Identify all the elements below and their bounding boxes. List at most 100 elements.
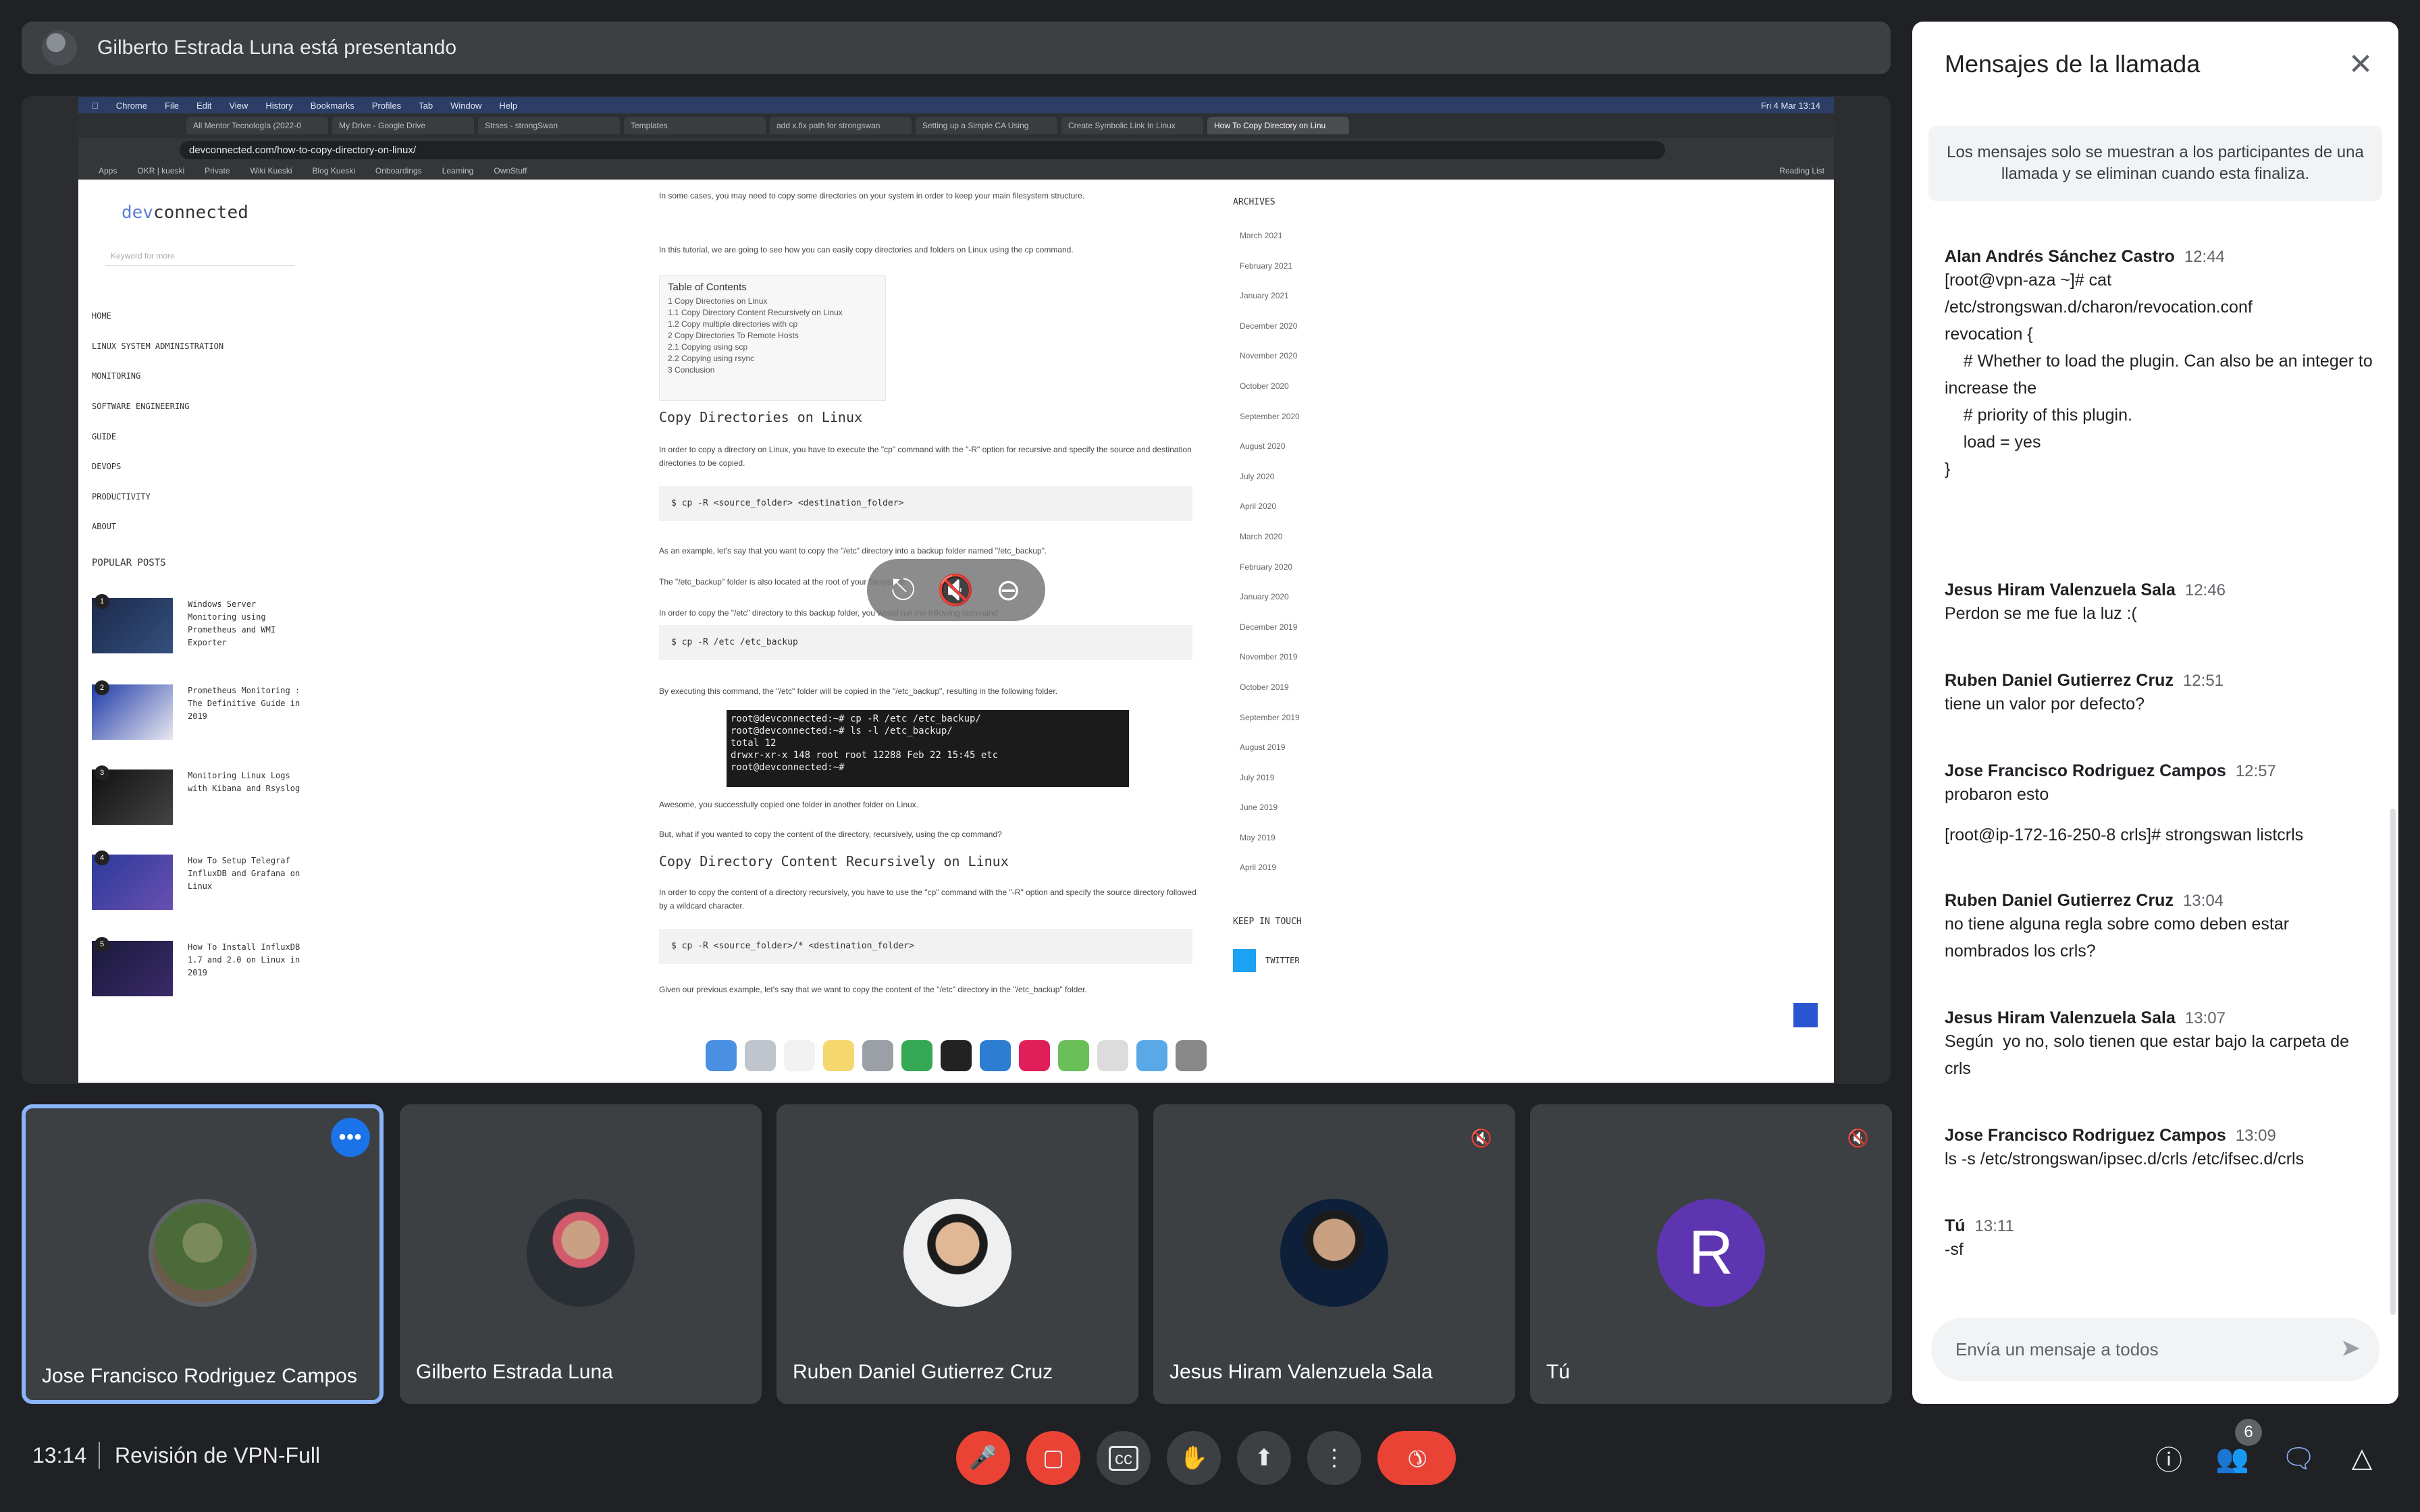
participant-avatar: R <box>1657 1199 1765 1307</box>
apple-icon:  <box>92 101 99 111</box>
bookmark: OwnStuff <box>494 166 527 176</box>
meeting-title: Revisión de VPN-Full <box>115 1443 321 1467</box>
browser-tab: Templates <box>624 117 766 134</box>
raise-hand-button[interactable]: ✋ <box>1167 1431 1221 1485</box>
site-sidebar: devconnected Keyword for more HOME LINUX… <box>78 180 632 1083</box>
participant-tile[interactable]: R 🔇 Tú <box>1530 1104 1892 1404</box>
browser-tab: Setting up a Simple CA Using <box>916 117 1057 134</box>
send-icon[interactable]: ➤ <box>2340 1334 2361 1362</box>
more-options-button[interactable]: ••• <box>331 1118 370 1157</box>
remove-icon[interactable]: ⊖ <box>996 573 1021 608</box>
message-line: no tiene alguna regla sobre como deben e… <box>1945 915 2294 961</box>
bookmark: Wiki Kueski <box>250 166 292 176</box>
terminal-screenshot: root@devconnected:~# cp -R /etc /etc_bac… <box>727 710 1129 787</box>
hang-up-button[interactable]: ✆ <box>1377 1431 1456 1485</box>
chat-scrollbar[interactable] <box>2390 809 2396 1315</box>
participant-tile[interactable]: 🔇 Jesus Hiram Valenzuela Sala <box>1153 1104 1515 1404</box>
mute-icon[interactable]: 🔇 <box>937 572 974 608</box>
site-nav-item: DEVOPS <box>92 462 122 472</box>
table-of-contents: Table of Contents 1 Copy Directories on … <box>659 275 886 401</box>
bookmark: OKR | kueski <box>137 166 185 176</box>
menubar-item: Window <box>444 100 481 111</box>
popular-post: 5 How To Install InfluxDB 1.7 and 2.0 on … <box>92 937 335 1002</box>
camera-off-icon: ▢ <box>1042 1445 1065 1471</box>
participant-avatar <box>1280 1199 1388 1307</box>
message-line: # priority of this plugin. <box>1945 406 2132 425</box>
captions-icon: cc <box>1109 1445 1138 1471</box>
chat-message: Jesus Hiram Valenzuela Sala 13:07 Según y… <box>1945 1008 2377 1082</box>
chat-message: Jose Francisco Rodriguez Campos 13:09 ls … <box>1945 1126 2377 1172</box>
participant-avatar <box>149 1199 257 1307</box>
message-line: probaron esto <box>1945 785 2049 804</box>
meeting-info-button[interactable]: ⓘ <box>2145 1434 2193 1482</box>
bookmark: Blog Kueski <box>312 166 355 176</box>
activities-button[interactable]: △ <box>2338 1434 2386 1482</box>
menubar-item: History <box>259 100 292 111</box>
participant-tile[interactable]: Ruben Daniel Gutierrez Cruz <box>777 1104 1138 1404</box>
chat-message: Ruben Daniel Gutierrez Cruz 13:04 no tien… <box>1945 891 2377 965</box>
message-line: } <box>1945 460 1951 479</box>
message-sender: Jose Francisco Rodriguez Campos <box>1945 761 2226 780</box>
present-icon: ⬆ <box>1254 1445 1274 1471</box>
bookmark: Apps <box>99 166 117 176</box>
browser-url: devconnected.com/how-to-copy-directory-o… <box>180 140 1665 159</box>
menubar-clock: Fri 4 Mar 13:14 <box>1760 100 1820 111</box>
captions-button[interactable]: cc <box>1097 1431 1151 1485</box>
mic-off-icon: 🎤 <box>968 1445 998 1471</box>
menubar-item: Profiles <box>365 100 401 111</box>
message-time: 13:04 <box>2182 892 2224 910</box>
more-options-button[interactable]: ⋮ <box>1307 1431 1361 1485</box>
people-icon: 👥 <box>2215 1443 2249 1474</box>
popular-post: 4 How To Setup Telegraf InfluxDB and Graf… <box>92 850 335 915</box>
bookmark: Onboardings <box>375 166 422 176</box>
participant-tile[interactable]: Gilberto Estrada Luna <box>400 1104 762 1404</box>
chat-title: Mensajes de la llamada <box>1945 50 2201 78</box>
message-time: 12:57 <box>2235 762 2276 780</box>
article-paragraph: As an example, let's say that you want t… <box>659 546 1047 556</box>
menubar-item: Help <box>492 100 517 111</box>
site-nav-item: SOFTWARE ENGINEERING <box>92 402 190 412</box>
bookmark: Learning <box>442 166 474 176</box>
message-line: Según yo no, solo tienen que estar bajo … <box>1945 1032 2354 1078</box>
chat-message-input[interactable] <box>1955 1339 2320 1360</box>
chat-message: Alan Andrés Sánchez Castro 12:44 [root@vp… <box>1945 247 2377 483</box>
participant-avatar <box>903 1199 1011 1307</box>
message-time: 13:09 <box>2235 1127 2276 1145</box>
code-block: $ cp -R /etc /etc_backup <box>659 625 1192 660</box>
browser-address-row: devconnected.com/how-to-copy-directory-o… <box>78 138 1834 162</box>
camera-toggle-button[interactable]: ▢ <box>1026 1431 1080 1485</box>
chat-button[interactable]: 🗨 <box>2274 1434 2323 1482</box>
popular-post: 2 Prometheus Monitoring : The Definitive … <box>92 680 335 745</box>
menubar-item: File <box>158 100 179 111</box>
chat-message: Jose Francisco Rodriguez Campos 12:57 pro… <box>1945 761 2377 848</box>
chat-notice: Los mensajes solo se muestran a los part… <box>1928 126 2382 201</box>
reading-list: Reading List <box>1779 166 1824 176</box>
article-paragraph: But, what if you wanted to copy the cont… <box>659 830 1002 839</box>
article-paragraph: In order to copy the content of a direct… <box>659 888 1196 911</box>
browser-tab: Create Symbolic Link In Linux <box>1061 117 1203 134</box>
menubar-item: Chrome <box>109 100 147 111</box>
chat-message: Jesus Hiram Valenzuela Sala 12:46 Perdon … <box>1945 580 2377 627</box>
archives-sidebar: ARCHIVES March 2021 February 2021 January … <box>1233 180 1436 1083</box>
message-sender: Tú <box>1945 1216 1966 1235</box>
browser-tab: Strses - strongSwan <box>478 117 620 134</box>
close-icon[interactable]: ✕ <box>2342 46 2379 84</box>
participant-tile[interactable]: ••• Jose Francisco Rodriguez Campos <box>22 1104 384 1404</box>
code-block: $ cp -R <source_folder>/* <destination_f… <box>659 929 1192 964</box>
scroll-top-icon <box>1793 1003 1818 1027</box>
mic-off-icon: 🔇 <box>1847 1127 1870 1148</box>
article-paragraph: In order to copy a directory on Linux, y… <box>659 445 1192 468</box>
mic-toggle-button[interactable]: 🎤 <box>956 1431 1010 1485</box>
code-block: $ cp -R <source_folder> <destination_fol… <box>659 486 1192 521</box>
popular-post: 3 Monitoring Linux Logs with Kibana and R… <box>92 765 335 830</box>
participant-name: Ruben Daniel Gutierrez Cruz <box>793 1361 1053 1383</box>
present-button[interactable]: ⬆ <box>1237 1431 1291 1485</box>
message-line: ls -s /etc/strongswan/ipsec.d/crls /etc/… <box>1945 1150 2305 1168</box>
message-time: 12:46 <box>2184 581 2226 599</box>
site-nav-item: GUIDE <box>92 431 117 441</box>
unpin-icon[interactable]: ⎋ <box>891 573 915 607</box>
activities-icon: △ <box>2351 1443 2373 1473</box>
article-paragraph: Given our previous example, let's say th… <box>659 985 1087 994</box>
message-line: revocation { <box>1945 325 2033 344</box>
browser-tab: My Drive - Google Drive <box>332 117 474 134</box>
